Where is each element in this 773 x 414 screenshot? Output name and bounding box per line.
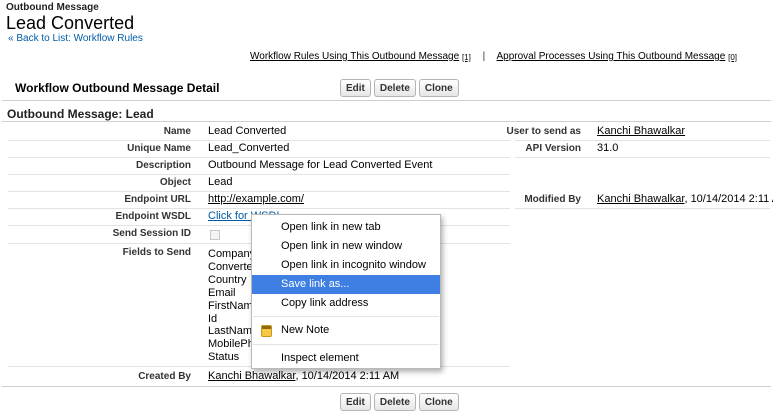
row-divider	[8, 140, 510, 141]
approval-processes-count[interactable]: [0]	[728, 53, 737, 62]
endpoint-url-value: http://example.com/	[208, 193, 304, 205]
user-to-send-as-label: User to send as	[506, 126, 581, 137]
workflow-rules-count[interactable]: [1]	[462, 53, 471, 62]
created-by-label: Created By	[138, 371, 191, 382]
name-value: Lead Converted	[208, 125, 287, 137]
name-label: Name	[163, 126, 191, 137]
created-by-date: , 10/14/2014 2:11 AM	[295, 370, 400, 382]
delete-button[interactable]: Delete	[373, 79, 416, 97]
unique-name-label: Unique Name	[127, 143, 191, 154]
menu-item-new-note[interactable]: New Note	[252, 321, 440, 340]
delete-button[interactable]: Delete	[373, 393, 416, 411]
back-to-list-link[interactable]: « Back to List: Workflow Rules	[8, 33, 143, 44]
menu-item-label: New Note	[281, 324, 330, 336]
object-label: Object	[159, 177, 191, 188]
fields-to-send-label: Fields to Send	[122, 247, 191, 258]
menu-item-copy-link-address[interactable]: Copy link address	[252, 294, 440, 313]
page-title: Lead Converted	[6, 13, 135, 33]
endpoint-url-label: Endpoint URL	[124, 194, 191, 205]
api-version-value: 31.0	[597, 142, 619, 154]
row-divider	[515, 157, 770, 158]
menu-item-open-incognito[interactable]: Open link in incognito window	[252, 256, 440, 275]
object-value: Lead	[208, 176, 233, 188]
bottom-button-bar: Edit Delete Clone	[340, 393, 459, 411]
created-by-value: Kanchi Bhawalkar, 10/14/2014 2:11 AM	[208, 370, 399, 382]
description-value: Outbound Message for Lead Converted Even…	[208, 159, 433, 171]
send-session-id-checkbox	[210, 230, 220, 240]
top-button-bar: Edit Delete Clone	[340, 79, 459, 97]
clone-button[interactable]: Clone	[418, 393, 459, 411]
subsection-divider	[2, 121, 771, 122]
row-divider	[8, 208, 510, 209]
workflow-rules-link[interactable]: Workflow Rules Using This Outbound Messa…	[250, 51, 459, 62]
page-header: Outbound Message Lead Converted	[6, 2, 134, 34]
context-menu: Open link in new tab Open link in new wi…	[251, 214, 441, 369]
menu-item-open-new-tab[interactable]: Open link in new tab	[252, 218, 440, 237]
user-to-send-as-link[interactable]: Kanchi Bhawalkar	[597, 125, 685, 137]
row-divider	[8, 157, 510, 158]
menu-item-open-new-window[interactable]: Open link in new window	[252, 237, 440, 256]
row-divider	[515, 140, 770, 141]
related-lists-links: Workflow Rules Using This Outbound Messa…	[250, 51, 737, 62]
description-label: Description	[135, 160, 191, 171]
footer-divider	[2, 386, 771, 387]
send-session-id-label: Send Session ID	[112, 228, 191, 239]
row-divider	[515, 208, 770, 209]
row-divider	[8, 174, 510, 175]
modified-by-user-link[interactable]: Kanchi Bhawalkar	[597, 193, 684, 205]
modified-by-value: Kanchi Bhawalkar, 10/14/2014 2:11 AM	[597, 193, 773, 205]
api-version-label: API Version	[525, 143, 581, 154]
row-divider	[8, 191, 510, 192]
edit-button[interactable]: Edit	[340, 79, 371, 97]
user-to-send-as-value: Kanchi Bhawalkar	[597, 125, 685, 137]
edit-button[interactable]: Edit	[340, 393, 371, 411]
note-icon	[261, 325, 272, 337]
approval-processes-link[interactable]: Approval Processes Using This Outbound M…	[496, 51, 725, 62]
subsection-title: Outbound Message: Lead	[7, 107, 154, 121]
modified-by-date: , 10/14/2014 2:11 AM	[684, 193, 773, 205]
menu-separator	[253, 344, 439, 345]
menu-item-inspect-element[interactable]: Inspect element	[252, 349, 440, 368]
section-divider	[2, 100, 771, 101]
endpoint-wsdl-label: Endpoint WSDL	[115, 211, 191, 222]
menu-separator	[253, 316, 439, 317]
detail-section-title: Workflow Outbound Message Detail	[15, 81, 220, 95]
menu-item-save-link-as[interactable]: Save link as...	[252, 275, 440, 294]
link-separator: |	[482, 51, 486, 62]
created-by-user-link[interactable]: Kanchi Bhawalkar	[208, 370, 295, 382]
clone-button[interactable]: Clone	[418, 79, 459, 97]
unique-name-value: Lead_Converted	[208, 142, 290, 154]
endpoint-url-link[interactable]: http://example.com/	[208, 193, 304, 205]
modified-by-label: Modified By	[524, 194, 581, 205]
